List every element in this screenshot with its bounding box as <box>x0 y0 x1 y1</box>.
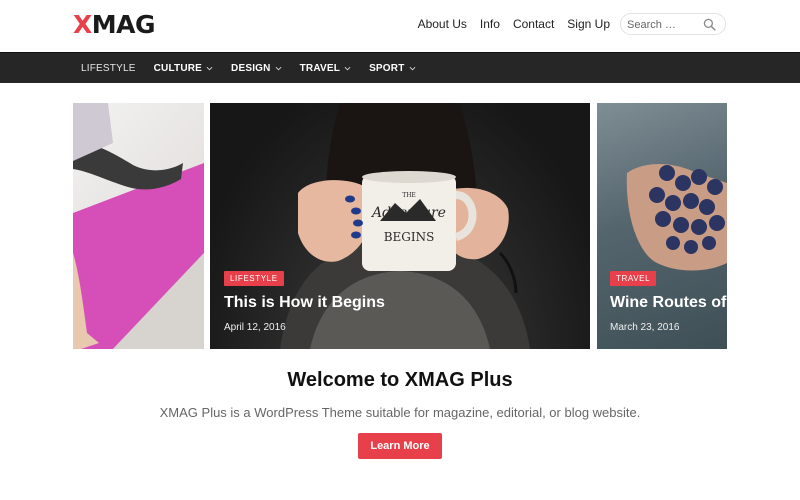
nav-item-label: SPORT <box>369 63 405 74</box>
link-about-us[interactable]: About Us <box>418 17 467 31</box>
svg-text:BEGINS: BEGINS <box>384 230 435 244</box>
chevron-down-icon <box>409 66 415 71</box>
slide-date: April 12, 2016 <box>224 322 286 333</box>
svg-text:THE: THE <box>402 192 416 199</box>
nav-item-travel[interactable]: TRAVEL <box>300 63 351 74</box>
svg-text:Adventure: Adventure <box>370 205 446 221</box>
main-navbar: LIFESTYLE CULTURE DESIGN TRAVEL SPORT <box>0 52 800 83</box>
nav-item-label: DESIGN <box>231 63 271 74</box>
grapes-illustration <box>626 163 727 271</box>
nav-item-lifestyle[interactable]: LIFESTYLE <box>81 63 136 74</box>
category-badge[interactable]: TRAVEL <box>610 271 657 286</box>
link-sign-up[interactable]: Sign Up <box>567 17 610 31</box>
nav-item-culture[interactable]: CULTURE <box>154 63 213 74</box>
site-header: XMAG About Us Info Contact Sign Up <box>0 0 800 52</box>
slide-this-is-how-it-begins[interactable]: THE Adventure BEGINS LIFESTYLE This is H… <box>210 103 590 349</box>
welcome-description: XMAG Plus is a WordPress Theme suitable … <box>159 405 641 420</box>
chevron-down-icon <box>275 66 282 71</box>
chevron-down-icon <box>344 66 351 71</box>
logo-text: MAG <box>91 10 156 39</box>
nav-item-design[interactable]: DESIGN <box>231 63 282 74</box>
link-contact[interactable]: Contact <box>513 17 554 31</box>
search-input[interactable] <box>627 17 705 32</box>
chevron-down-icon <box>206 66 213 71</box>
slide-date: March 23, 2016 <box>610 322 680 333</box>
nav-item-label: CULTURE <box>153 63 203 74</box>
search-box <box>620 13 726 35</box>
top-links: About Us Info Contact Sign Up <box>418 17 610 31</box>
site-logo[interactable]: XMAG <box>73 10 156 39</box>
search-icon[interactable] <box>703 18 716 31</box>
slide-yoga[interactable] <box>73 103 204 349</box>
category-badge[interactable]: LIFESTYLE <box>224 271 284 286</box>
learn-more-button[interactable]: Learn More <box>358 433 442 459</box>
slide-wine-routes[interactable]: TRAVEL Wine Routes of I March 23, 2016 <box>597 103 727 349</box>
welcome-title: Welcome to XMAG Plus <box>287 369 513 391</box>
slide-title[interactable]: This is How it Begins <box>224 294 385 312</box>
logo-accent-letter: X <box>73 10 92 39</box>
nav-item-label: LIFESTYLE <box>81 63 136 74</box>
slide-title[interactable]: Wine Routes of I <box>610 294 727 312</box>
link-info[interactable]: Info <box>480 17 500 31</box>
nav-item-sport[interactable]: SPORT <box>369 63 415 74</box>
main-nav: LIFESTYLE CULTURE DESIGN TRAVEL SPORT <box>81 53 434 84</box>
yoga-illustration <box>73 103 204 349</box>
nav-item-label: TRAVEL <box>299 63 341 74</box>
featured-slider: THE Adventure BEGINS LIFESTYLE This is H… <box>0 103 800 349</box>
mug-illustration: THE Adventure BEGINS <box>280 103 530 349</box>
